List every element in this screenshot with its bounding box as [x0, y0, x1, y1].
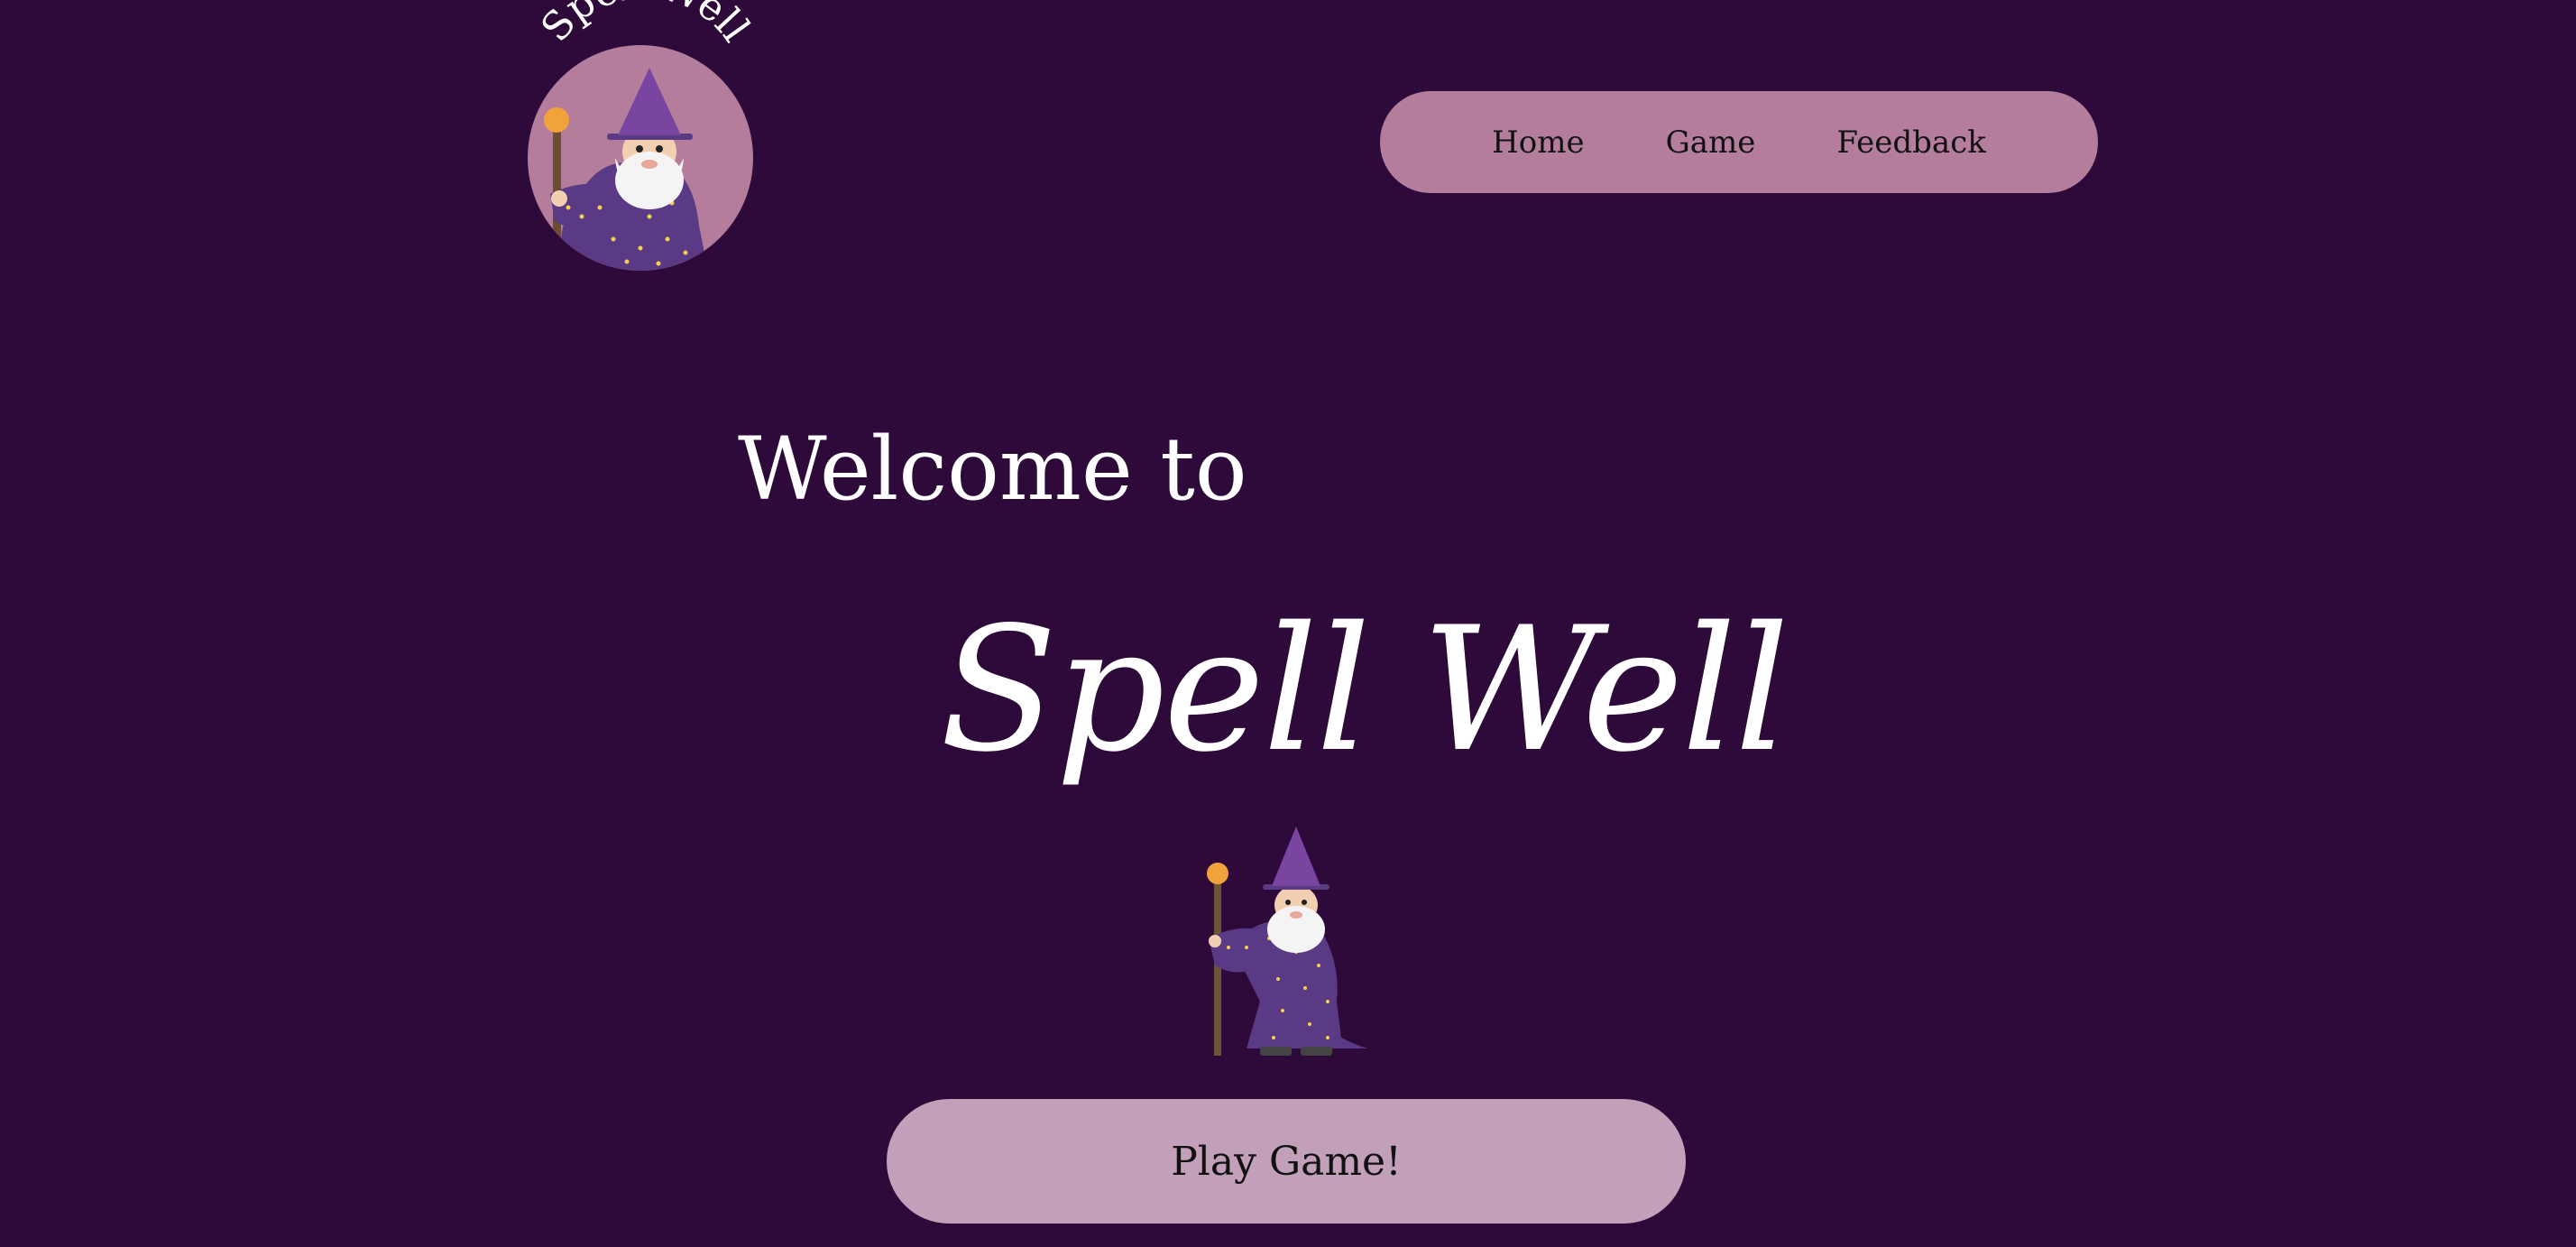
logo-text: Spell Well [532, 0, 759, 51]
welcome-heading: Welcome to [738, 419, 1247, 520]
brand-title: Spell Well [940, 590, 1789, 790]
main-nav: Home Game Feedback [1380, 91, 2098, 193]
wizard-logo-icon: Spell Well [528, 0, 759, 271]
wizard-illustration [1192, 821, 1373, 1065]
nav-home-link[interactable]: Home [1451, 125, 1624, 161]
site-logo[interactable]: Spell Well [514, 0, 767, 271]
nav-feedback-link[interactable]: Feedback [1796, 125, 2026, 161]
wizard-icon [1207, 827, 1368, 1056]
play-game-button[interactable]: Play Game! [887, 1099, 1686, 1224]
nav-game-link[interactable]: Game [1625, 125, 1797, 161]
